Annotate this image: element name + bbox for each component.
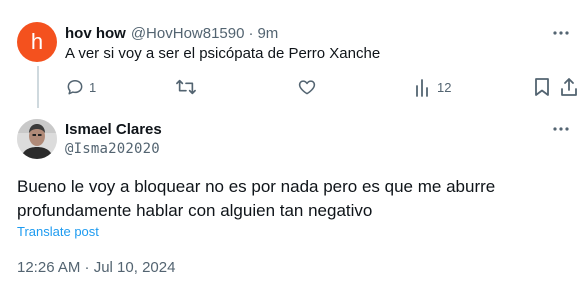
share-icon (561, 78, 577, 96)
reply-count: 1 (89, 79, 97, 95)
display-name[interactable]: hov how (65, 25, 126, 42)
display-name[interactable]: Ismael Clares (65, 121, 162, 138)
like-button[interactable] (297, 76, 321, 98)
post-timestamp[interactable]: 12:26 AM · Jul 10, 2024 (17, 259, 175, 276)
tweet-text: Bueno le voy a bloquear no es por nada p… (17, 177, 496, 220)
views-count: 12 (437, 79, 452, 95)
avatar[interactable] (17, 119, 57, 159)
user-handle[interactable]: @Isma202020 (65, 141, 160, 157)
time-ago[interactable]: 9m (257, 25, 278, 42)
reply-button[interactable]: 1 (65, 76, 96, 98)
bookmark-button[interactable] (533, 76, 551, 98)
more-dots-icon (553, 127, 569, 131)
heart-icon (298, 80, 316, 95)
share-button[interactable] (559, 76, 579, 98)
tweet-header: hov how @HovHow81590 · 9m (65, 23, 278, 43)
thread-connector-line (37, 66, 39, 108)
tweet-text: A ver si voy a ser el psicópata de Perro… (65, 45, 381, 62)
separator-dot: · (248, 24, 254, 42)
more-dots-icon (553, 31, 569, 35)
retweet-icon (176, 79, 196, 95)
views-button[interactable]: 12 (415, 76, 451, 98)
retweet-button[interactable] (175, 76, 201, 98)
avatar-letter: h (30, 29, 44, 54)
more-options-button[interactable] (551, 120, 571, 138)
tweet-actions: 1 12 (65, 76, 577, 98)
bar-chart-icon (416, 79, 428, 97)
more-options-button[interactable] (551, 24, 571, 42)
comment-icon (67, 80, 83, 95)
avatar[interactable]: h (17, 22, 57, 62)
translate-post-link[interactable]: Translate post (17, 224, 99, 239)
avatar-photo-image (17, 119, 57, 159)
bookmark-icon (535, 78, 549, 96)
user-handle[interactable]: @HovHow81590 (131, 25, 245, 42)
